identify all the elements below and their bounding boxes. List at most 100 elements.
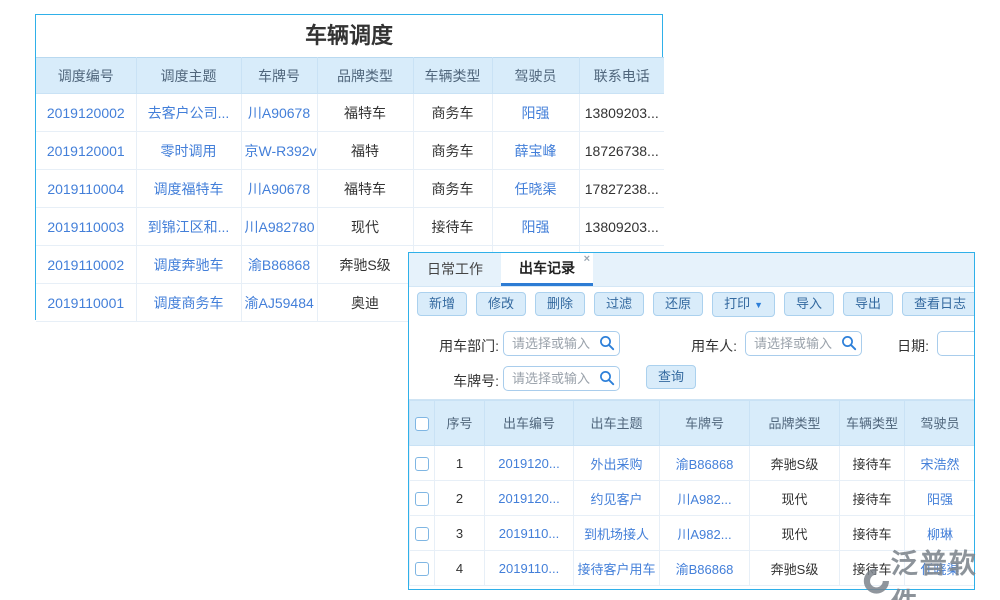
select-all-checkbox[interactable] [415,417,429,431]
trip-id-link[interactable]: 2019110... [485,516,574,551]
seq-cell: 2 [435,481,485,516]
view-log-button[interactable]: 查看日志 [902,292,975,316]
tab-label: 出车记录 [519,260,575,276]
driver-link[interactable]: 阳强 [492,208,579,246]
col-brand: 品牌类型 [750,401,840,446]
trip-id-link[interactable]: 2019120... [485,446,574,481]
search-icon[interactable] [599,335,615,351]
plate-link[interactable]: 川A982780 [241,208,317,246]
user-label: 用车人: [675,336,737,356]
col-trip-subject: 出车主题 [574,401,660,446]
search-icon[interactable] [841,335,857,351]
plate-link[interactable]: 渝AJ59484 [241,284,317,322]
driver-link[interactable]: 任晓渠 [492,170,579,208]
col-vehicle-type: 车辆类型 [840,401,905,446]
vehicle-type-cell: 商务车 [413,132,492,170]
trip-subject-link[interactable]: 约见客户 [574,481,660,516]
dispatch-subject-link[interactable]: 到锦江区和... [136,208,241,246]
row-checkbox[interactable] [415,527,429,541]
restore-button[interactable]: 还原 [653,292,703,316]
seq-cell: 3 [435,516,485,551]
driver-link[interactable]: 宋浩然 [905,446,976,481]
brand-cell: 现代 [750,481,840,516]
driver-link[interactable]: 任晓渠 [905,551,976,586]
dept-label: 用车部门: [423,336,499,356]
user-field-wrap [745,331,862,356]
dispatch-subject-link[interactable]: 调度福特车 [136,170,241,208]
driver-link[interactable]: 柳琳 [905,516,976,551]
brand-cell: 现代 [750,516,840,551]
close-icon[interactable]: × [584,254,590,265]
table-row: 2019110004 调度福特车 川A90678 福特车 商务车 任晓渠 178… [36,170,664,208]
plate-link[interactable]: 川A982... [660,516,750,551]
vehicle-type-cell: 接待车 [840,551,905,586]
tab-bar: 日常工作 出车记录 × [409,253,974,287]
import-button[interactable]: 导入 [784,292,834,316]
brand-cell: 福特车 [317,170,413,208]
brand-cell: 奥迪 [317,284,413,322]
brand-cell: 奔驰S级 [750,551,840,586]
brand-cell: 现代 [317,208,413,246]
delete-button[interactable]: 删除 [535,292,585,316]
dispatch-id-link[interactable]: 2019120001 [36,132,136,170]
brand-cell: 福特车 [317,94,413,132]
date-input[interactable] [937,331,975,356]
phone-cell: 17827238... [579,170,664,208]
dispatch-subject-link[interactable]: 零时调用 [136,132,241,170]
trip-id-link[interactable]: 2019110... [485,551,574,586]
col-trip-id: 出车编号 [485,401,574,446]
trip-subject-link[interactable]: 外出采购 [574,446,660,481]
tab-trip-records[interactable]: 出车记录 × [501,253,593,286]
dispatch-id-link[interactable]: 2019110001 [36,284,136,322]
table-row: 2019110003 到锦江区和... 川A982780 现代 接待车 阳强 1… [36,208,664,246]
table-row: 2 2019120... 约见客户 川A982... 现代 接待车 阳强 [410,481,976,516]
query-button[interactable]: 查询 [646,365,696,389]
col-phone: 联系电话 [579,58,664,94]
col-seq: 序号 [435,401,485,446]
driver-link[interactable]: 薛宝峰 [492,132,579,170]
vehicle-type-cell: 商务车 [413,170,492,208]
table-row: 3 2019110... 到机场接人 川A982... 现代 接待车 柳琳 [410,516,976,551]
plate-link[interactable]: 渝B86868 [660,551,750,586]
search-icon[interactable] [599,370,615,386]
col-plate: 车牌号 [660,401,750,446]
print-button[interactable]: 打印▼ [712,292,775,317]
dispatch-subject-link[interactable]: 去客户公司... [136,94,241,132]
vehicle-type-cell: 接待车 [840,446,905,481]
col-dispatch-id: 调度编号 [36,58,136,94]
dispatch-id-link[interactable]: 2019110004 [36,170,136,208]
row-checkbox[interactable] [415,457,429,471]
driver-link[interactable]: 阳强 [492,94,579,132]
trip-subject-link[interactable]: 到机场接人 [574,516,660,551]
plate-link[interactable]: 渝B86868 [241,246,317,284]
toolbar: 新增 修改 删除 过滤 还原 打印▼ 导入 导出 查看日志 [409,287,974,321]
dispatch-subject-link[interactable]: 调度商务车 [136,284,241,322]
plate-link[interactable]: 川A982... [660,481,750,516]
dispatch-id-link[interactable]: 2019110002 [36,246,136,284]
dispatch-id-link[interactable]: 2019120002 [36,94,136,132]
edit-button[interactable]: 修改 [476,292,526,316]
tab-daily-work[interactable]: 日常工作 [409,253,501,286]
plate-link[interactable]: 川A90678 [241,170,317,208]
plate-link[interactable]: 渝B86868 [660,446,750,481]
plate-link[interactable]: 川A90678 [241,94,317,132]
dispatch-subject-link[interactable]: 调度奔驰车 [136,246,241,284]
filter-button[interactable]: 过滤 [594,292,644,316]
col-driver: 驾驶员 [905,401,976,446]
print-label: 打印 [724,296,750,311]
brand-cell: 福特 [317,132,413,170]
row-checkbox[interactable] [415,562,429,576]
export-button[interactable]: 导出 [843,292,893,316]
dispatch-id-link[interactable]: 2019110003 [36,208,136,246]
date-label: 日期: [887,336,929,356]
table-row: 4 2019110... 接待客户用车 渝B86868 奔驰S级 接待车 任晓渠 [410,551,976,586]
plate-link[interactable]: 京W-R392v [241,132,317,170]
driver-link[interactable]: 阳强 [905,481,976,516]
trip-id-link[interactable]: 2019120... [485,481,574,516]
vehicle-type-cell: 接待车 [413,208,492,246]
seq-cell: 4 [435,551,485,586]
row-checkbox[interactable] [415,492,429,506]
phone-cell: 18726738... [579,132,664,170]
add-button[interactable]: 新增 [417,292,467,316]
trip-subject-link[interactable]: 接待客户用车 [574,551,660,586]
